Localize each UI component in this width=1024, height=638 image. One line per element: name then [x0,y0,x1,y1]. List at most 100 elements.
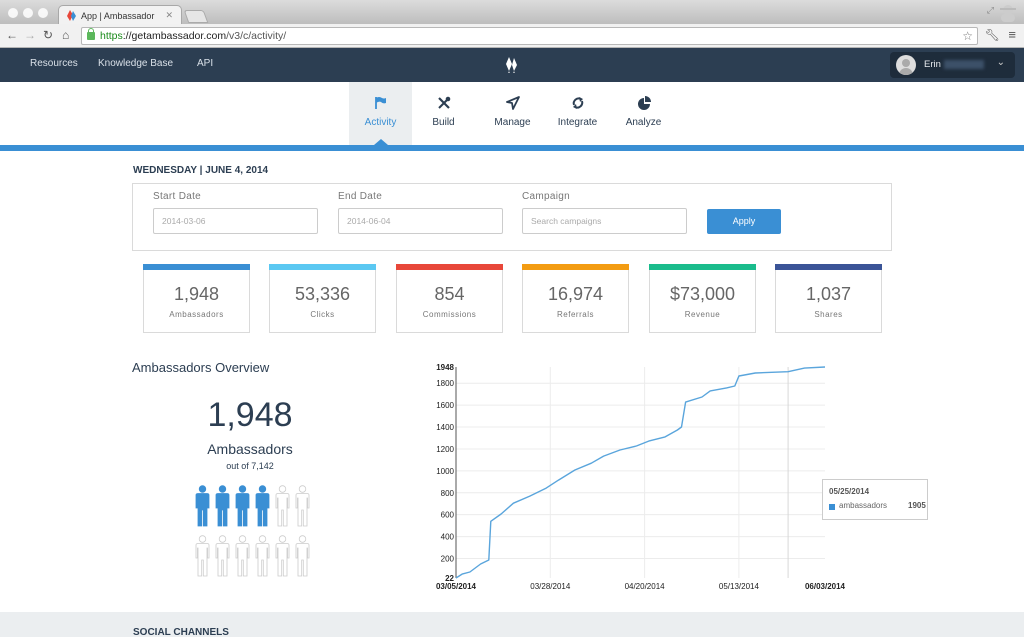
y-tick-label: 800 [441,489,455,498]
person-filled-icon [255,485,270,527]
new-tab-button[interactable] [183,10,209,23]
navigate-arrow-icon [505,96,520,110]
app-header: Resources Knowledge Base API Erin ⌄ [0,48,1024,82]
apply-button[interactable]: Apply [707,209,781,234]
series-line-ambassadors [455,366,826,579]
pie-chart-icon [637,96,651,110]
y-tick-label: 1400 [436,423,454,432]
person-empty-icon [275,535,290,577]
lock-icon [87,28,95,40]
ambassador-logo-icon[interactable] [506,57,518,73]
start-date-input[interactable]: 2014-03-06 [153,208,318,234]
x-tick-label: 03/28/2014 [530,582,571,591]
stat-color-bar [396,264,503,270]
browser-toolbar: ← → ↻ ⌂ https://getambassador.com/v3/c/a… [0,24,1024,48]
stat-card-ambassadors[interactable]: 1,948 Ambassadors [143,264,250,333]
y-tick-label: 1000 [436,467,454,476]
nav-tab-manage[interactable]: Manage [481,82,544,145]
bookmark-star-icon[interactable]: ☆ [962,29,973,43]
address-bar[interactable]: https://getambassador.com/v3/c/activity/… [81,27,978,45]
home-button[interactable]: ⌂ [62,28,69,42]
minimize-window-button[interactable] [23,8,33,18]
y-tick-label: 200 [441,554,455,563]
stat-card-clicks[interactable]: 53,336 Clicks [269,264,376,333]
stat-label: Referrals [557,310,594,319]
nav-tab-activity[interactable]: Activity [349,82,412,145]
incognito-icon [1000,5,1016,22]
browser-menu-icon[interactable]: ≡ [1008,27,1016,42]
reload-button[interactable]: ↻ [43,28,53,42]
ambassador-count: 1,948 [207,396,293,434]
resources-link[interactable]: Resources [30,58,78,69]
tooltip-series: ambassadors [839,501,888,510]
tab-close-icon[interactable]: ✕ [165,10,173,21]
nav-tab-build[interactable]: Build [412,82,475,145]
date-heading: WEDNESDAY | JUNE 4, 2014 [133,165,269,176]
stat-card-referrals[interactable]: 16,974 Referrals [522,264,629,333]
x-tick-label: 06/03/2014 [805,582,846,591]
user-menu[interactable]: Erin ⌄ [890,52,1015,78]
stat-card-shares[interactable]: 1,037 Shares [775,264,882,333]
user-name: Erin [924,59,941,70]
overview-title: Ambassadors Overview [132,360,270,375]
people-row [194,485,314,527]
avatar [896,55,916,75]
person-empty-icon [235,535,250,577]
person-filled-icon [215,485,230,527]
zoom-window-button[interactable] [38,8,48,18]
fullscreen-icon[interactable]: ⤢ [987,5,994,16]
stat-value: 1,037 [805,284,852,304]
forward-button[interactable]: → [24,28,36,42]
wrench-icon[interactable]: 🔧︎ [985,28,1000,42]
tooltip-date: 05/25/2014 [829,487,870,496]
main-nav: Activity Build Manage Integrate Analyze [0,82,1024,145]
nav-label: Manage [494,117,531,128]
stat-color-bar [649,264,756,270]
nav-tab-integrate[interactable]: Integrate [546,82,609,145]
nav-label: Activity [364,117,397,128]
start-date-label: Start Date [153,191,202,202]
person-empty-icon [215,535,230,577]
person-empty-icon [255,535,270,577]
y-tick-label: 600 [441,511,455,520]
x-tick-label: 04/20/2014 [625,582,666,591]
user-surname-redacted [944,60,984,69]
stat-card-commissions[interactable]: 854 Commissions [396,264,503,333]
nav-tab-analyze[interactable]: Analyze [612,82,675,145]
stat-value: 1,948 [173,284,220,304]
x-tick-label: 05/13/2014 [719,582,760,591]
stat-label: Commissions [422,310,477,319]
stat-label: Revenue [684,310,721,319]
tools-icon [437,96,450,109]
person-empty-icon [295,485,310,527]
close-window-button[interactable] [8,8,18,18]
api-link[interactable]: API [197,58,213,69]
y-tick-label: 1800 [436,379,454,388]
people-row [194,535,314,577]
person-filled-icon [235,485,250,527]
y-tick-label: 1600 [436,401,454,410]
end-date-input[interactable]: 2014-06-04 [338,208,503,234]
end-date-label: End Date [338,191,383,202]
url-path: /v3/c/activity/ [226,30,287,42]
flag-icon [374,97,386,109]
stat-color-bar [775,264,882,270]
nav-label: Analyze [625,117,662,128]
campaign-label: Campaign [522,191,570,202]
browser-tabstrip: App | Ambassador ✕ ⤢ [0,0,1024,25]
campaign-search-input[interactable]: Search campaigns [522,208,687,234]
y-tick-label: 1948 [436,363,454,372]
stat-value: 53,336 [294,284,351,304]
browser-tab[interactable]: App | Ambassador ✕ [58,5,182,25]
stat-card-revenue[interactable]: $73,000 Revenue [649,264,756,333]
knowledge-base-link[interactable]: Knowledge Base [98,58,173,69]
stat-value: 16,974 [547,284,604,304]
stat-label: Ambassadors [169,310,224,319]
social-channels-title: SOCIAL CHANNELS [133,627,229,638]
url-host: ://getambassador.com [122,30,227,42]
stat-label: Shares [814,310,843,319]
person-empty-icon [195,535,210,577]
ambassadors-line-chart[interactable]: 2220040060080010001200140016001800194803… [420,355,860,600]
chart-tooltip: 05/25/2014 ambassadors 1905 [822,479,928,520]
back-button[interactable]: ← [6,28,18,42]
